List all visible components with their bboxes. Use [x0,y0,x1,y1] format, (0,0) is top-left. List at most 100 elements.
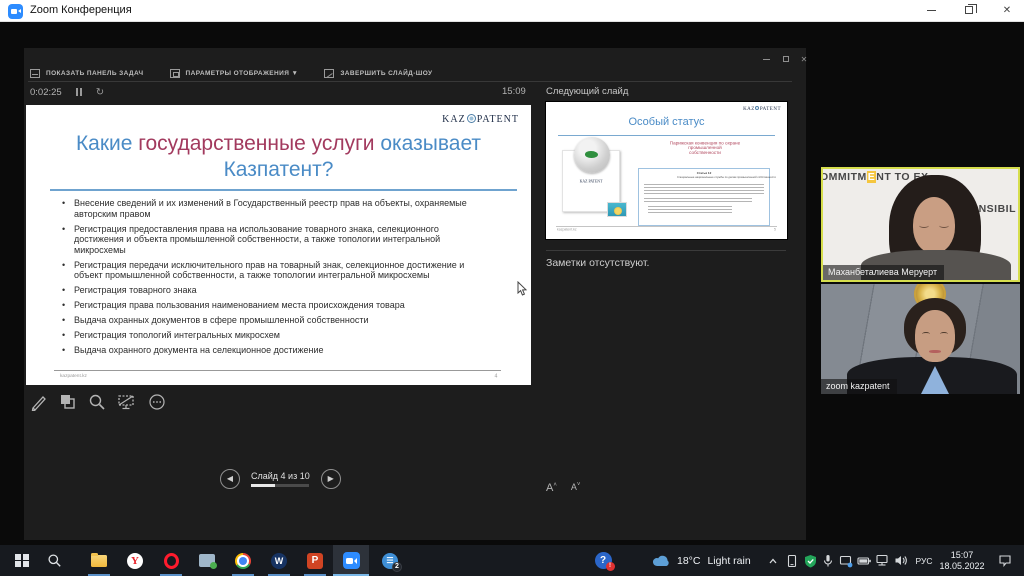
tray-your-phone[interactable] [783,545,801,576]
minimize-button[interactable] [914,0,948,21]
mouse-cursor [517,281,528,297]
article-body-text [644,184,764,196]
start-button[interactable] [6,545,38,576]
bullet-item: Внесение сведений и их изменений в Госуд… [60,198,476,219]
next-slide-preview[interactable]: KAZPATENT Особый статус Парижская конвен… [546,102,787,239]
next-slide-title: Особый статус [546,116,787,128]
microphone-icon [822,554,834,568]
taskbar-chrome[interactable] [225,545,261,576]
taskbar-zoom-active[interactable] [333,545,369,576]
restart-timer-button[interactable]: ↻ [96,87,104,98]
kazakhstan-flag-image [607,202,627,217]
search-button[interactable] [40,545,68,576]
next-footer-line [556,226,777,227]
taskbar-file-explorer[interactable] [81,545,117,576]
next-slide-button[interactable]: ▶ [321,469,341,489]
article-subheading: Специальные национальные службы по делам… [677,176,731,179]
video-tile-active-speaker[interactable]: OMMITMENT TO EX RE T RE NSIBIL Маханбета… [821,167,1020,282]
pause-timer-button[interactable] [76,88,82,96]
decrease-font-button[interactable]: A˅ [571,482,581,494]
end-slideshow-button[interactable]: ЗАВЕРШИТЬ СЛАЙД-ШОУ [324,69,432,78]
weather-desc: Light rain [707,555,750,567]
kazpatent-logo: KAZPATENT [743,106,781,112]
all-slides-button[interactable] [59,393,77,411]
previous-slide-button[interactable]: ◀ [220,469,240,489]
annotation-toolbar [30,393,166,411]
tray-battery[interactable] [855,545,873,576]
participant-name-label: Маханбеталиева Меруерт [823,265,944,280]
notes-font-controls: A˄ A˅ [546,482,580,494]
zoom-icon [343,552,360,569]
pen-tool-button[interactable] [30,393,48,411]
taskbar-opera[interactable] [153,545,189,576]
zoom-slide-button[interactable] [88,393,106,411]
next-slide-header: Следующий слайд [546,86,628,97]
black-screen-button[interactable] [117,393,137,411]
action-center-button[interactable] [992,545,1018,576]
presenter-restore-button[interactable] [778,55,794,64]
tray-screen-share[interactable] [837,545,855,576]
video-tile-second[interactable]: zoom kazpatent [821,284,1020,394]
tray-help-app[interactable]: ?! [588,545,618,576]
tray-expand-button[interactable] [763,545,783,576]
bullet-item: Регистрация права пользования наименован… [60,300,476,311]
ethernet-icon [875,554,889,567]
zoom-app-icon [8,4,23,19]
taskbar-date: 18.05.2022 [939,561,984,572]
bullet-item: Регистрация топологий интегральных микро… [60,330,476,341]
taskbar-app-with-badge[interactable]: ☰2 [371,545,409,576]
title-underline [50,189,517,191]
tray-microphone[interactable] [819,545,837,576]
yandex-icon: Y [127,553,143,569]
powerpoint-icon: P [307,553,323,569]
taskbar-webex[interactable]: W [261,545,297,576]
bullet-item: Регистрация предоставления права на испо… [60,224,476,256]
current-time: 15:09 [502,86,526,97]
toolbar-divider [28,81,792,82]
minimize-icon [763,59,770,60]
article-body-text [648,206,732,215]
windows-logo-icon [15,554,29,568]
card-logo: KAZ PATENT [576,179,607,183]
globe-card: KAZ PATENT [562,150,620,212]
opera-icon [164,553,179,569]
more-options-button[interactable] [148,393,166,411]
search-icon [47,553,62,568]
presenter-close-button[interactable]: ✕ [796,55,812,64]
notification-badge: 2 [392,562,402,572]
presenter-minimize-button[interactable] [758,55,774,64]
close-button[interactable]: ✕ [990,0,1024,21]
participant-name-label: zoom kazpatent [821,379,897,394]
taskbar-icon [30,69,40,78]
action-center-icon [998,554,1012,567]
weather-temp: 18°C [677,555,700,567]
powerpoint-presenter-window: ✕ ПОКАЗАТЬ ПАНЕЛЬ ЗАДАЧ ПАРАМЕТРЫ ОТОБРА… [24,48,806,540]
alert-badge: ! [606,562,615,571]
timer-row: 0:02:25 ↻ [30,84,104,100]
windows-taskbar: Y W P ☰2 ?! 18°C Light rain [0,545,1024,576]
display-options-button[interactable]: ПАРАМЕТРЫ ОТОБРАЖЕНИЯ ▼ [170,69,299,78]
clock-widget[interactable]: 15:07 18.05.2022 [937,545,987,576]
slide-title: Какие государственные услуги оказывает К… [36,131,521,183]
bullet-item: Выдача охранного документа на селекционн… [60,345,476,356]
taskbar-remote-desktop[interactable] [189,545,225,576]
kazpatent-logo: KAZPATENT [442,113,519,125]
weather-widget[interactable]: 18°C Light rain [652,545,751,576]
restore-button[interactable] [952,0,986,21]
increase-font-button[interactable]: A˄ [546,482,557,494]
current-slide[interactable]: KAZPATENT Какие государственные услуги о… [26,105,531,385]
tray-volume[interactable] [891,545,911,576]
bullet-item: Регистрация товарного знака [60,285,476,296]
slide-navigation: ◀ Слайд 4 из 10 ▶ [220,469,341,489]
language-indicator[interactable]: РУС [911,545,937,576]
slide-footer-site: kazpatent.kz [60,373,87,378]
tray-network[interactable] [873,545,891,576]
file-explorer-icon [91,555,107,567]
shield-check-icon [804,554,817,568]
taskbar-yandex-browser[interactable]: Y [117,545,153,576]
show-taskbar-button[interactable]: ПОКАЗАТЬ ПАНЕЛЬ ЗАДАЧ [30,69,144,78]
tray-security[interactable] [801,545,819,576]
taskbar-powerpoint[interactable]: P [297,545,333,576]
help-icon: ?! [595,552,612,569]
notes-text: Заметки отсутствуют. [546,257,649,269]
